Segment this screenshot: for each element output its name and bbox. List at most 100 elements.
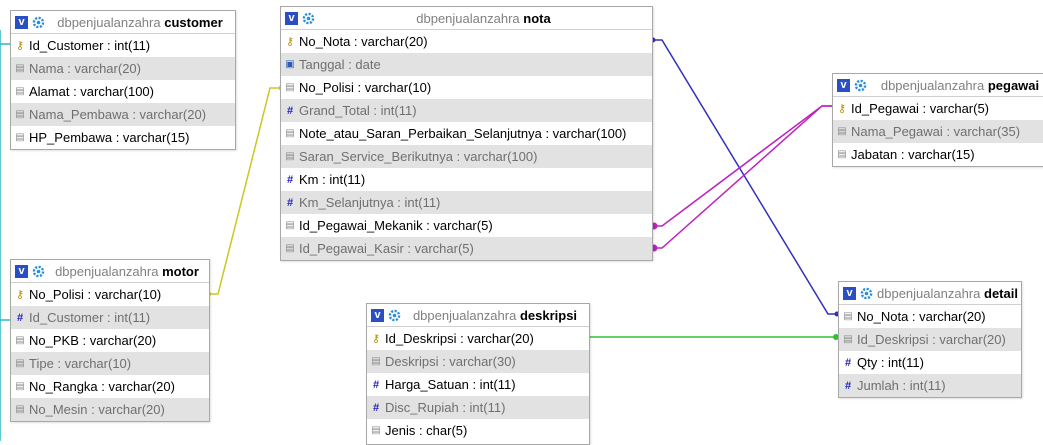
table-nota[interactable]: v dbpenjualanzahra nota ⚷ No_Nota : varchar…	[280, 6, 653, 261]
table-name: motor	[162, 263, 199, 279]
column-label: Nama_Pegawai : varchar(35)	[851, 124, 1021, 139]
table-name: detail	[984, 285, 1018, 301]
column-row[interactable]: ▣ Tanggal : date	[281, 53, 652, 76]
column-row[interactable]: ▤ No_PKB : varchar(20)	[11, 329, 209, 352]
column-label: Km : int(11)	[299, 172, 366, 187]
table-title: dbpenjualanzahra detail	[877, 286, 1018, 301]
column-label: Qty : int(11)	[857, 355, 924, 370]
table-customer[interactable]: v dbpenjualanzahra customer ⚷ Id_Customer :…	[10, 10, 236, 150]
column-row[interactable]: # Id_Customer : int(11)	[11, 306, 209, 329]
primary-key-icon: ⚷	[837, 102, 847, 115]
column-row[interactable]: # Disc_Rupiah : int(11)	[367, 396, 589, 419]
text-type-icon: ▤	[843, 333, 853, 345]
column-row[interactable]: ⚷ No_Polisi : varchar(10)	[11, 283, 209, 306]
toggle-v-button[interactable]: v	[843, 286, 856, 300]
table-header[interactable]: v dbpenjualanzahra detail	[839, 282, 1021, 305]
toggle-v-button[interactable]: v	[837, 78, 850, 92]
text-type-icon: ▤	[15, 85, 25, 97]
database-name: dbpenjualanzahra	[877, 285, 981, 301]
relation-customer-motor	[0, 30, 10, 441]
column-row[interactable]: ⚷ No_Nota : varchar(20)	[281, 30, 652, 53]
table-detail[interactable]: v dbpenjualanzahra detail ▤ No_Nota : varch…	[838, 281, 1022, 398]
column-row[interactable]: ▤ No_Polisi : varchar(10)	[281, 76, 652, 99]
column-label: Jenis : char(5)	[385, 423, 468, 438]
table-header[interactable]: v dbpenjualanzahra customer	[11, 11, 235, 34]
column-row[interactable]: ▤ Alamat : varchar(100)	[11, 80, 235, 103]
toggle-v-button[interactable]: v	[15, 15, 28, 29]
column-label: Tanggal : date	[299, 57, 381, 72]
toggle-v-button[interactable]: v	[15, 264, 28, 278]
column-label: Id_Deskripsi : varchar(20)	[385, 331, 534, 346]
table-title: dbpenjualanzahra motor	[49, 264, 205, 279]
column-row[interactable]: # Harga_Satuan : int(11)	[367, 373, 589, 396]
column-row[interactable]: ▤ Tipe : varchar(10)	[11, 352, 209, 375]
column-row[interactable]: ▤ HP_Pembawa : varchar(15)	[11, 126, 235, 149]
text-type-icon: ▤	[371, 355, 381, 367]
table-header[interactable]: v dbpenjualanzahra motor	[11, 260, 209, 283]
numeric-type-icon: #	[844, 356, 852, 369]
table-pegawai[interactable]: v dbpenjualanzahra pegawai ⚷ Id_Pegawai : v…	[832, 73, 1043, 167]
gear-icon[interactable]	[388, 309, 401, 322]
gear-icon[interactable]	[32, 265, 45, 278]
column-row[interactable]: # Km_Selanjutnya : int(11)	[281, 191, 652, 214]
table-header[interactable]: v dbpenjualanzahra pegawai	[833, 74, 1043, 97]
column-row[interactable]: ⚷ Id_Customer : int(11)	[11, 34, 235, 57]
column-row[interactable]: ▤ Id_Pegawai_Kasir : varchar(5)	[281, 237, 652, 260]
column-row[interactable]: ▤ Id_Pegawai_Mekanik : varchar(5)	[281, 214, 652, 237]
column-label: No_Polisi : varchar(10)	[299, 80, 432, 95]
table-motor[interactable]: v dbpenjualanzahra motor ⚷ No_Polisi : varc…	[10, 259, 210, 422]
table-name: customer	[164, 14, 223, 30]
database-name: dbpenjualanzahra	[55, 263, 159, 279]
column-row[interactable]: ▤ No_Rangka : varchar(20)	[11, 375, 209, 398]
column-row[interactable]: ▤ Nama_Pembawa : varchar(20)	[11, 103, 235, 126]
toggle-v-button[interactable]: v	[285, 11, 298, 25]
primary-key-icon: ⚷	[15, 288, 25, 301]
column-label: No_Polisi : varchar(10)	[29, 287, 162, 302]
column-row[interactable]: ▤ Saran_Service_Berikutnya : varchar(100)	[281, 145, 652, 168]
column-row[interactable]: ▤ Deskripsi : varchar(30)	[367, 350, 589, 373]
column-label: Note_atau_Saran_Perbaikan_Selanjutnya : …	[299, 126, 627, 141]
text-type-icon: ▤	[285, 242, 295, 254]
text-type-icon: ▤	[837, 148, 847, 160]
gear-icon[interactable]	[32, 16, 45, 29]
column-label: Alamat : varchar(100)	[29, 84, 154, 99]
gear-icon[interactable]	[860, 287, 873, 300]
column-row[interactable]: ▤ Id_Deskripsi : varchar(20)	[839, 328, 1021, 351]
numeric-type-icon: #	[372, 401, 380, 414]
column-row[interactable]: # Km : int(11)	[281, 168, 652, 191]
column-row[interactable]: ▤ Jabatan : varchar(15)	[833, 143, 1043, 166]
text-type-icon: ▤	[843, 310, 853, 322]
column-label: Deskripsi : varchar(30)	[385, 354, 516, 369]
toggle-v-button[interactable]: v	[371, 308, 384, 322]
database-name: dbpenjualanzahra	[57, 14, 161, 30]
column-label: Jabatan : varchar(15)	[851, 147, 975, 162]
column-row[interactable]: # Jumlah : int(11)	[839, 374, 1021, 397]
column-row[interactable]: ⚷ Id_Deskripsi : varchar(20)	[367, 327, 589, 350]
column-label: No_Nota : varchar(20)	[299, 34, 428, 49]
primary-key-icon: ⚷	[285, 35, 295, 48]
gear-icon[interactable]	[854, 79, 867, 92]
gear-icon[interactable]	[302, 12, 315, 25]
text-type-icon: ▤	[837, 125, 847, 137]
column-row[interactable]: # Grand_Total : int(11)	[281, 99, 652, 122]
column-row[interactable]: ▤ Nama : varchar(20)	[11, 57, 235, 80]
column-label: Nama_Pembawa : varchar(20)	[29, 107, 207, 122]
text-type-icon: ▤	[285, 150, 295, 162]
numeric-type-icon: #	[844, 379, 852, 392]
numeric-type-icon: #	[286, 104, 294, 117]
table-header[interactable]: v dbpenjualanzahra deskripsi	[367, 304, 589, 327]
column-row[interactable]: ▤ No_Nota : varchar(20)	[839, 305, 1021, 328]
column-row[interactable]: # Qty : int(11)	[839, 351, 1021, 374]
column-label: Tipe : varchar(10)	[29, 356, 132, 371]
date-type-icon: ▣	[285, 58, 295, 70]
table-deskripsi[interactable]: v dbpenjualanzahra deskripsi ⚷ Id_Deskripsi…	[366, 303, 590, 445]
table-name: pegawai	[987, 77, 1040, 93]
column-row[interactable]: ▤ Note_atau_Saran_Perbaikan_Selanjutnya :…	[281, 122, 652, 145]
column-row[interactable]: ▤ Nama_Pegawai : varchar(35)	[833, 120, 1043, 143]
column-row[interactable]: ⚷ Id_Pegawai : varchar(5)	[833, 97, 1043, 120]
column-row[interactable]: ▤ Jenis : char(5)	[367, 419, 589, 442]
column-row[interactable]: ▤ No_Mesin : varchar(20)	[11, 398, 209, 421]
table-header[interactable]: v dbpenjualanzahra nota	[281, 7, 652, 30]
column-label: No_PKB : varchar(20)	[29, 333, 157, 348]
numeric-type-icon: #	[286, 196, 294, 209]
